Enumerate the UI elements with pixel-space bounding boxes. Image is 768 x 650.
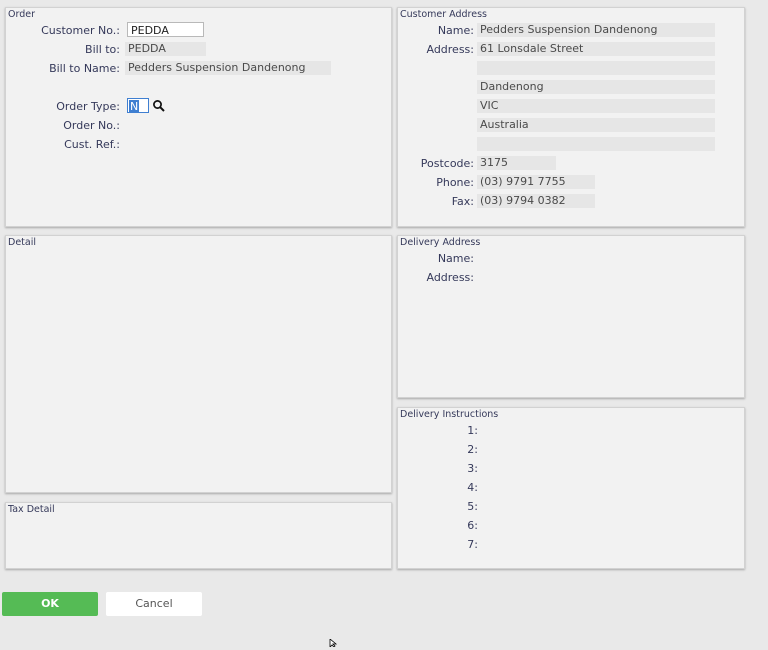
delivery-address-panel: Delivery Address Name: Address: xyxy=(397,235,745,398)
fax-value: (03) 9794 0382 xyxy=(477,194,595,208)
bill-to-value: PEDDA xyxy=(125,42,206,56)
bill-to-name-value: Pedders Suspension Dandenong xyxy=(125,61,331,75)
address-line-4: VIC xyxy=(477,99,715,113)
order-no-label: Order No.: xyxy=(63,119,120,132)
delivery-address-title: Delivery Address xyxy=(400,237,481,248)
customer-name-label: Name: xyxy=(437,24,474,37)
instruction-label-6: 6: xyxy=(467,519,478,532)
ok-button[interactable]: OK xyxy=(2,592,98,616)
detail-title: Detail xyxy=(8,237,36,248)
mouse-cursor-icon xyxy=(329,637,339,648)
address-line-5: Australia xyxy=(477,118,715,132)
order-type-input[interactable]: N xyxy=(127,98,149,113)
delivery-instructions-title: Delivery Instructions xyxy=(400,409,499,420)
detail-panel: Detail xyxy=(5,235,392,493)
postcode-label: Postcode: xyxy=(420,157,474,170)
delivery-name-label: Name: xyxy=(437,252,474,265)
instruction-label-7: 7: xyxy=(467,538,478,551)
phone-value: (03) 9791 7755 xyxy=(477,175,595,189)
instruction-label-1: 1: xyxy=(467,424,478,437)
fax-label: Fax: xyxy=(451,195,474,208)
order-type-label: Order Type: xyxy=(56,100,120,113)
phone-label: Phone: xyxy=(436,176,474,189)
customer-no-input[interactable]: PEDDA xyxy=(127,22,204,37)
instruction-label-2: 2: xyxy=(467,443,478,456)
customer-address-title: Customer Address xyxy=(400,9,487,20)
instruction-label-5: 5: xyxy=(467,500,478,513)
order-panel: Order Customer No.: PEDDA Bill to: PEDDA… xyxy=(5,7,392,227)
address-line-6 xyxy=(477,137,715,151)
instruction-label-3: 3: xyxy=(467,462,478,475)
instruction-label-4: 4: xyxy=(467,481,478,494)
address-line-1: 61 Lonsdale Street xyxy=(477,42,715,56)
bill-to-name-label: Bill to Name: xyxy=(49,62,120,75)
search-icon[interactable] xyxy=(152,99,166,113)
customer-address-label: Address: xyxy=(426,43,474,56)
delivery-address-label: Address: xyxy=(426,271,474,284)
customer-name-value: Pedders Suspension Dandenong xyxy=(477,23,715,37)
cust-ref-label: Cust. Ref.: xyxy=(64,138,120,151)
order-type-selected-text: N xyxy=(129,100,140,113)
delivery-instructions-panel: Delivery Instructions 1: 2: 3: 4: 5: 6: … xyxy=(397,407,745,569)
customer-no-label: Customer No.: xyxy=(41,24,120,37)
order-panel-title: Order xyxy=(8,9,35,20)
address-line-2 xyxy=(477,61,715,75)
customer-address-panel: Customer Address Name: Pedders Suspensio… xyxy=(397,7,745,227)
cancel-button[interactable]: Cancel xyxy=(106,592,202,616)
tax-detail-panel: Tax Detail xyxy=(5,502,392,569)
postcode-value: 3175 xyxy=(477,156,556,170)
bill-to-label: Bill to: xyxy=(85,43,120,56)
tax-detail-title: Tax Detail xyxy=(8,504,55,515)
address-line-3: Dandenong xyxy=(477,80,715,94)
